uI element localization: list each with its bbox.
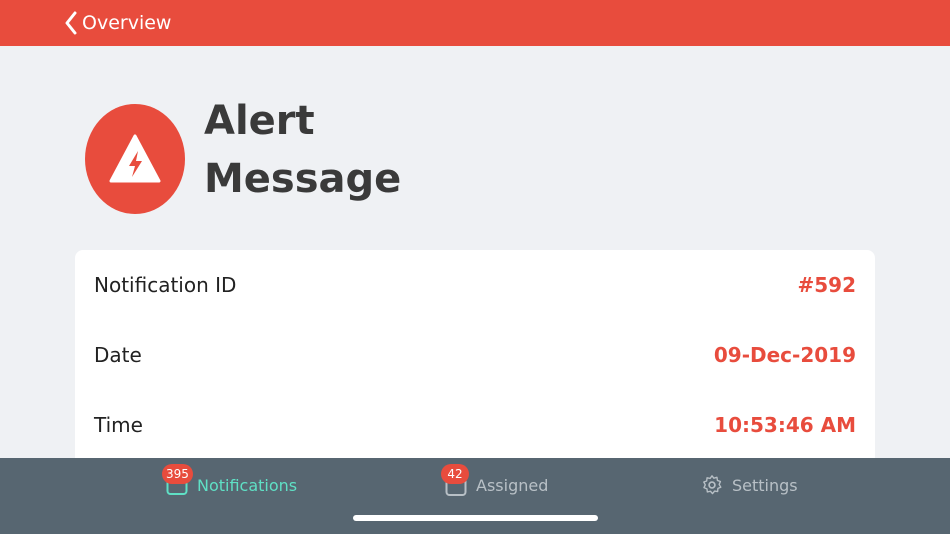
gear-icon: [701, 474, 723, 496]
back-button[interactable]: Overview: [64, 8, 171, 38]
detail-value: 10:53:46 AM: [714, 413, 856, 437]
tab-bar: 395 Notifications 42 Assigned Settings: [0, 458, 950, 534]
detail-label: Time: [94, 413, 143, 437]
detail-label: Notification ID: [94, 273, 237, 297]
tab-assigned-label: Assigned: [476, 475, 549, 495]
alert-title-line1: Alert: [204, 98, 315, 144]
detail-row-time: Time 10:53:46 AM: [75, 390, 875, 460]
detail-value: #592: [797, 273, 856, 297]
notifications-badge: 395: [162, 464, 193, 484]
notification-details-card: Notification ID #592 Date 09-Dec-2019 Ti…: [75, 250, 875, 465]
assigned-badge: 42: [441, 464, 469, 484]
tab-assigned[interactable]: 42 Assigned: [441, 464, 549, 500]
chevron-left-icon: [65, 11, 77, 35]
back-button-label: Overview: [82, 12, 172, 34]
alert-title: Alert Message: [204, 92, 504, 208]
tab-settings[interactable]: Settings: [701, 470, 798, 500]
navigation-bar: Overview: [0, 0, 950, 46]
alert-icon-badge: [85, 104, 185, 214]
detail-row-date: Date 09-Dec-2019: [75, 320, 875, 390]
tab-notifications-label: Notifications: [197, 475, 298, 495]
detail-row-notification-id: Notification ID #592: [75, 250, 875, 320]
warning-lightning-icon: [109, 134, 161, 183]
alert-title-line2: Message: [204, 156, 402, 202]
home-indicator[interactable]: [353, 515, 598, 521]
tab-notifications[interactable]: 395 Notifications: [162, 464, 298, 500]
detail-value: 09-Dec-2019: [713, 343, 856, 367]
clipboard-icon: 42: [441, 464, 469, 496]
tab-settings-label: Settings: [732, 475, 798, 495]
inbox-icon: 395: [162, 464, 193, 496]
detail-label: Date: [94, 343, 142, 367]
